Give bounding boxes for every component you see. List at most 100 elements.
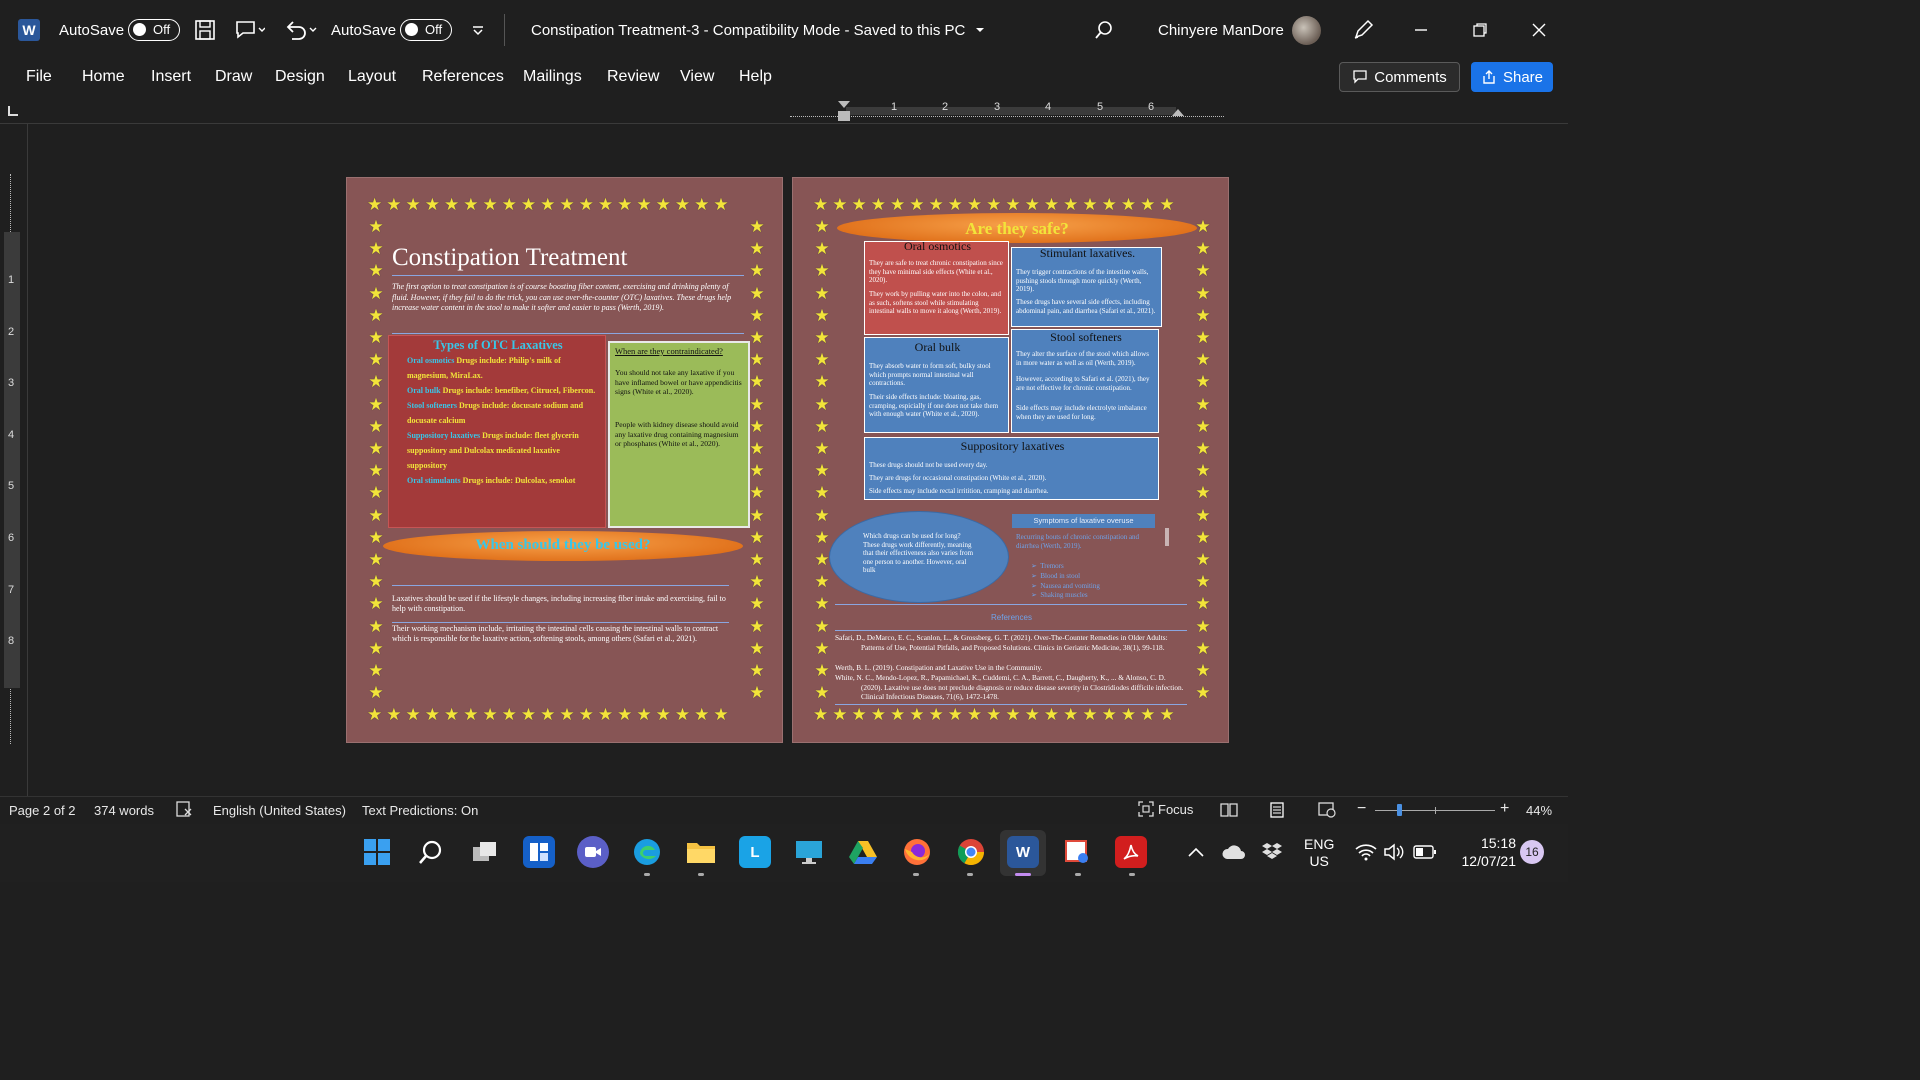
notification-badge[interactable]: 16 — [1520, 840, 1544, 864]
chrome-icon[interactable] — [955, 836, 987, 868]
osmotics-paragraph-1: They are safe to treat chronic constipat… — [869, 259, 1003, 284]
tab-stop-icon[interactable] — [8, 106, 18, 116]
tab-draw[interactable]: Draw — [215, 68, 252, 86]
word-taskbar-icon[interactable]: W — [1007, 836, 1039, 868]
edge-browser-icon[interactable] — [631, 836, 663, 868]
google-drive-icon[interactable] — [847, 836, 879, 868]
tab-design[interactable]: Design — [275, 68, 325, 86]
minimize-icon[interactable] — [1413, 0, 1429, 60]
tab-references[interactable]: References — [422, 68, 504, 86]
suppository-box: Suppository laxatives These drugs should… — [864, 437, 1159, 500]
word-count[interactable]: 374 words — [94, 803, 154, 818]
divider — [504, 14, 505, 46]
pen-icon[interactable] — [1352, 0, 1374, 60]
tab-help[interactable]: Help — [739, 68, 772, 86]
page-indicator[interactable]: Page 2 of 2 — [9, 803, 76, 818]
tab-file[interactable]: File — [26, 68, 52, 86]
when-paragraph-1: Laxatives should be used if the lifestyl… — [392, 594, 726, 613]
search-icon[interactable] — [1094, 0, 1114, 60]
comment-icon[interactable] — [235, 0, 265, 60]
star-border-bottom: ★★★★★★★★★★★★★★★★★★★ — [813, 705, 1179, 724]
left-indent-marker[interactable] — [838, 111, 850, 121]
autosave-toggle-2[interactable]: Off — [392, 0, 452, 60]
ruler-number: 6 — [8, 532, 15, 544]
document-title[interactable]: Constipation Treatment-3 - Compatibility… — [531, 0, 987, 60]
focus-button[interactable]: Focus — [1138, 801, 1193, 817]
task-view-icon[interactable] — [469, 836, 501, 868]
list-item: Oral stimulants Drugs include: Dulcolax,… — [407, 476, 576, 485]
running-indicator — [1075, 873, 1081, 876]
language-switch[interactable]: ENG US — [1304, 836, 1334, 870]
tab-layout[interactable]: Layout — [348, 68, 396, 86]
reference-3: White, N. C., Mendo-Lopez, R., Papamicha… — [835, 673, 1184, 702]
dropbox-icon[interactable] — [1256, 836, 1288, 868]
save-icon[interactable] — [194, 0, 216, 60]
divider — [835, 704, 1187, 705]
word-logo-icon[interactable]: W — [18, 0, 40, 60]
read-mode-icon[interactable] — [1220, 802, 1238, 821]
page-1[interactable]: ★★★★★★★★★★★★★★★★★★★ ★★★★★★★★★★★★★★★★★★★ … — [346, 177, 783, 743]
language-indicator[interactable]: English (United States) — [213, 803, 346, 818]
first-line-indent-marker[interactable] — [838, 101, 850, 108]
autosave-label: AutoSave — [59, 21, 125, 39]
softeners-paragraph-2: However, according to Safari et al. (202… — [1016, 375, 1150, 392]
horizontal-ruler[interactable]: 1 2 3 4 5 6 — [0, 98, 1568, 124]
share-icon — [1483, 70, 1495, 84]
acrobat-icon[interactable] — [1115, 836, 1147, 868]
l-app-icon[interactable]: L — [739, 836, 771, 868]
proofing-icon[interactable] — [176, 801, 194, 820]
long-term-oval: Which drugs can be used for long? These … — [829, 511, 1009, 603]
restore-icon[interactable] — [1472, 0, 1488, 60]
volume-icon[interactable] — [1379, 836, 1411, 868]
text-predictions[interactable]: Text Predictions: On — [362, 803, 478, 818]
ruler-number: 4 — [8, 429, 15, 441]
tab-review[interactable]: Review — [607, 68, 659, 86]
oral-bulk-box: Oral bulk They absorb water to form soft… — [864, 337, 1009, 433]
search-icon[interactable] — [415, 836, 447, 868]
show-hidden-icons-chevron-up-icon[interactable] — [1180, 836, 1212, 868]
zoom-slider[interactable] — [1375, 804, 1495, 816]
web-layout-icon[interactable] — [1318, 802, 1336, 821]
start-icon[interactable] — [361, 836, 393, 868]
onedrive-icon[interactable] — [1218, 836, 1250, 868]
autosave-toggle[interactable]: Off — [120, 0, 180, 60]
zoom-level[interactable]: 44% — [1526, 803, 1552, 818]
contra-paragraph-1: You should not take any laxative if you … — [615, 368, 742, 396]
comments-button[interactable]: Comments — [1339, 62, 1460, 92]
teams-chat-icon[interactable] — [577, 836, 609, 868]
file-explorer-icon[interactable] — [685, 836, 717, 868]
status-bar: Page 2 of 2 374 words English (United St… — [0, 796, 1568, 824]
right-indent-marker[interactable] — [1172, 109, 1184, 116]
zoom-in-icon[interactable]: + — [1500, 800, 1509, 818]
share-button[interactable]: Share — [1471, 62, 1553, 92]
customize-qat-icon[interactable] — [470, 0, 486, 60]
overuse-list: ➢ Tremors ➢ Blood in stool ➢ Nausea and … — [1031, 562, 1100, 601]
ruler-number: 5 — [1097, 101, 1104, 113]
snipping-tool-icon[interactable] — [1061, 836, 1093, 868]
undo-icon[interactable] — [284, 0, 320, 60]
close-icon[interactable] — [1531, 0, 1547, 60]
running-indicator — [967, 873, 973, 876]
clock[interactable]: 15:18 12/07/21 — [1458, 834, 1517, 870]
user-name[interactable]: Chinyere ManDore — [1158, 0, 1284, 60]
tab-mailings[interactable]: Mailings — [523, 68, 582, 86]
remote-desktop-icon[interactable] — [793, 836, 825, 868]
battery-icon[interactable] — [1409, 836, 1441, 868]
tab-home[interactable]: Home — [82, 68, 125, 86]
firefox-icon[interactable] — [901, 836, 933, 868]
vertical-ruler[interactable]: 1 2 3 4 5 6 7 8 — [0, 124, 28, 796]
page-2[interactable]: ★★★★★★★★★★★★★★★★★★★ ★★★★★★★★★★★★★★★★★★★ … — [792, 177, 1229, 743]
wifi-icon[interactable] — [1350, 836, 1382, 868]
zoom-out-icon[interactable]: − — [1357, 800, 1366, 818]
ruler-number: 6 — [1148, 101, 1155, 113]
tab-insert[interactable]: Insert — [151, 68, 191, 86]
stimulant-title: Stimulant laxatives. — [1039, 246, 1136, 260]
print-layout-icon[interactable] — [1270, 802, 1284, 821]
widgets-icon[interactable] — [523, 836, 555, 868]
types-heading: Types of OTC Laxatives — [433, 338, 563, 352]
avatar[interactable] — [1292, 0, 1321, 60]
when-paragraph-2: Their working mechanism include, irritat… — [392, 624, 719, 643]
tab-view[interactable]: View — [680, 68, 714, 86]
zoom-slider-thumb[interactable] — [1397, 804, 1402, 816]
ruler-number: 3 — [8, 377, 15, 389]
